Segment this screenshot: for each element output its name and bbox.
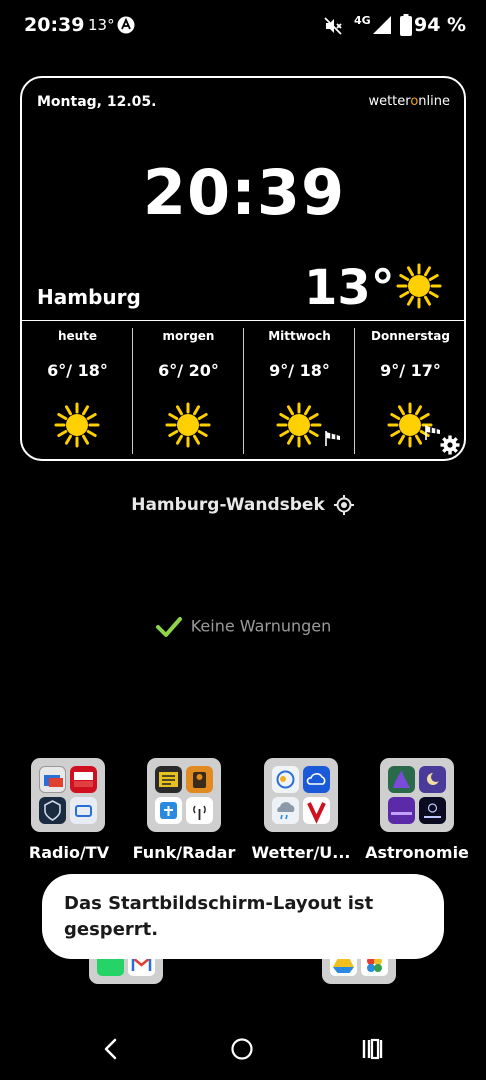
warnings-row[interactable]: Keine Warnungen xyxy=(0,616,486,638)
forecast-day-label: heute xyxy=(57,329,98,343)
gear-icon[interactable] xyxy=(440,435,460,455)
battery-icon xyxy=(400,14,412,36)
forecast-day-label: Donnerstag xyxy=(371,329,450,343)
forecast-day-label: morgen xyxy=(162,329,215,343)
folder-label: Astronomie xyxy=(365,843,469,862)
app-icon xyxy=(419,797,446,824)
app-icon xyxy=(303,766,330,793)
app-notification-icon xyxy=(117,16,135,34)
forecast-temps: 6°/ 20° xyxy=(158,361,219,380)
folder-wetter[interactable] xyxy=(264,758,338,832)
battery-percentage: 94 % xyxy=(414,14,467,36)
sun-icon xyxy=(396,263,442,309)
status-time: 20:39 xyxy=(24,14,85,36)
windsock-icon xyxy=(325,431,340,446)
forecast-temps: 6°/ 18° xyxy=(47,361,108,380)
toast-message: Das Startbildschirm-Layout ist gesperrt. xyxy=(42,874,444,959)
navigation-bar xyxy=(0,1030,486,1070)
sun-icon xyxy=(54,402,100,448)
app-icon xyxy=(388,766,415,793)
app-icon xyxy=(186,797,213,824)
app-icon xyxy=(186,766,213,793)
folder-label: Wetter/U... xyxy=(251,843,351,862)
app-icon xyxy=(155,766,182,793)
forecast-temps: 9°/ 18° xyxy=(269,361,330,380)
signal-icon xyxy=(373,16,391,34)
app-icon xyxy=(272,766,299,793)
app-icon xyxy=(272,797,299,824)
home-icon[interactable] xyxy=(230,1037,254,1061)
app-icon xyxy=(155,797,182,824)
forecast-day: Mittwoch 9°/ 18° xyxy=(244,322,355,459)
mute-icon xyxy=(324,17,342,35)
widget-divider xyxy=(22,320,464,321)
sun-icon xyxy=(276,402,322,448)
current-temperature: 13° xyxy=(304,260,395,316)
network-type: 4G xyxy=(354,14,371,27)
status-bar: 20:39 13° 4G 94 % xyxy=(0,0,486,52)
recents-icon[interactable] xyxy=(360,1037,386,1061)
app-icon xyxy=(303,797,330,824)
forecast-day-label: Mittwoch xyxy=(268,329,331,343)
widget-clock: 20:39 xyxy=(142,156,346,229)
forecast-day: morgen 6°/ 20° xyxy=(133,322,244,459)
widget-date: Montag, 12.05. xyxy=(37,94,157,110)
forecast-day: heute 6°/ 18° xyxy=(22,322,133,459)
app-icon xyxy=(70,766,97,793)
forecast-temps: 9°/ 17° xyxy=(380,361,441,380)
app-icon xyxy=(39,766,66,793)
folder-astronomie[interactable] xyxy=(380,758,454,832)
folder-funk-radar[interactable] xyxy=(147,758,221,832)
folder-label: Funk/Radar xyxy=(132,843,236,862)
locate-icon[interactable] xyxy=(333,494,355,516)
app-icon xyxy=(70,797,97,824)
folder-radio-tv[interactable] xyxy=(31,758,105,832)
location-row[interactable]: Hamburg-Wandsbek xyxy=(0,494,486,516)
app-icon xyxy=(388,797,415,824)
status-temperature: 13° xyxy=(88,16,115,34)
location-name: Hamburg-Wandsbek xyxy=(131,495,325,515)
widget-city: Hamburg xyxy=(37,285,141,309)
brand-logo: wetteronline xyxy=(368,94,450,109)
app-icon xyxy=(39,797,66,824)
app-icon xyxy=(419,766,446,793)
check-icon xyxy=(155,617,182,637)
back-icon[interactable] xyxy=(98,1036,124,1062)
weather-widget[interactable]: Montag, 12.05. wetteronline 20:39 Hambur… xyxy=(20,76,466,461)
folder-label: Radio/TV xyxy=(28,843,110,862)
warnings-text: Keine Warnungen xyxy=(190,616,332,636)
sun-icon xyxy=(165,402,211,448)
